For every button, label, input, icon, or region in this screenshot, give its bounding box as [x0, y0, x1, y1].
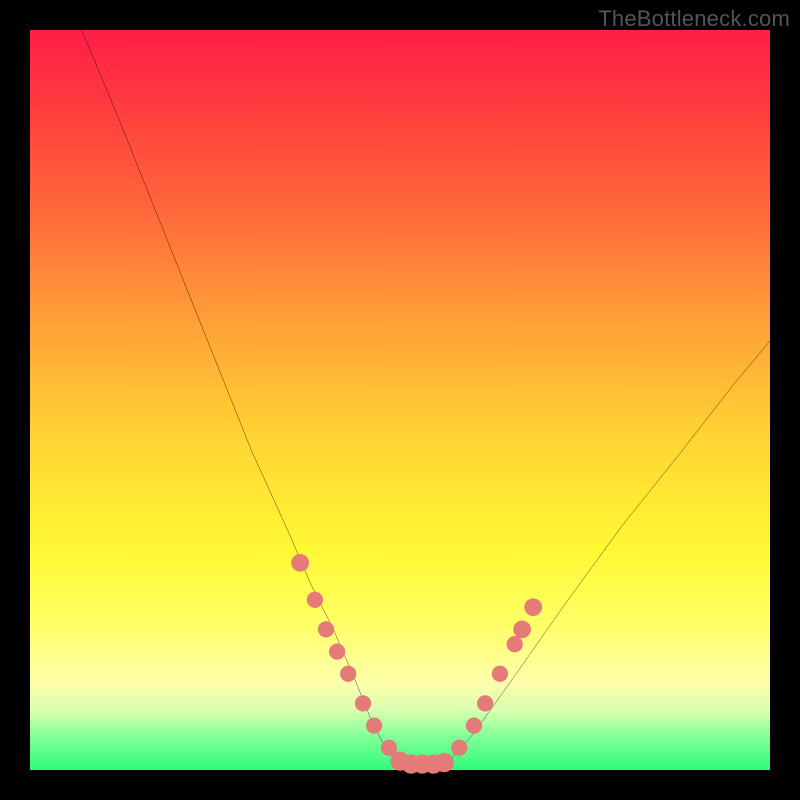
data-marker — [524, 598, 542, 616]
data-marker — [329, 643, 345, 659]
data-marker — [477, 695, 493, 711]
data-marker — [466, 717, 482, 733]
data-marker — [318, 621, 334, 637]
curve-svg — [30, 30, 770, 770]
watermark-text: TheBottleneck.com — [598, 6, 790, 32]
data-marker — [307, 592, 323, 608]
data-marker — [355, 695, 371, 711]
data-marker — [340, 666, 356, 682]
data-marker — [492, 666, 508, 682]
data-marker — [366, 717, 382, 733]
data-marker — [451, 740, 467, 756]
curve-group — [82, 30, 770, 766]
plot-area — [30, 30, 770, 770]
data-marker — [435, 753, 454, 772]
data-marker — [507, 636, 523, 652]
chart-frame: TheBottleneck.com — [0, 0, 800, 800]
data-marker — [513, 621, 531, 639]
marker-group — [291, 554, 542, 774]
bottleneck-curve — [82, 30, 770, 766]
data-marker — [291, 554, 309, 572]
